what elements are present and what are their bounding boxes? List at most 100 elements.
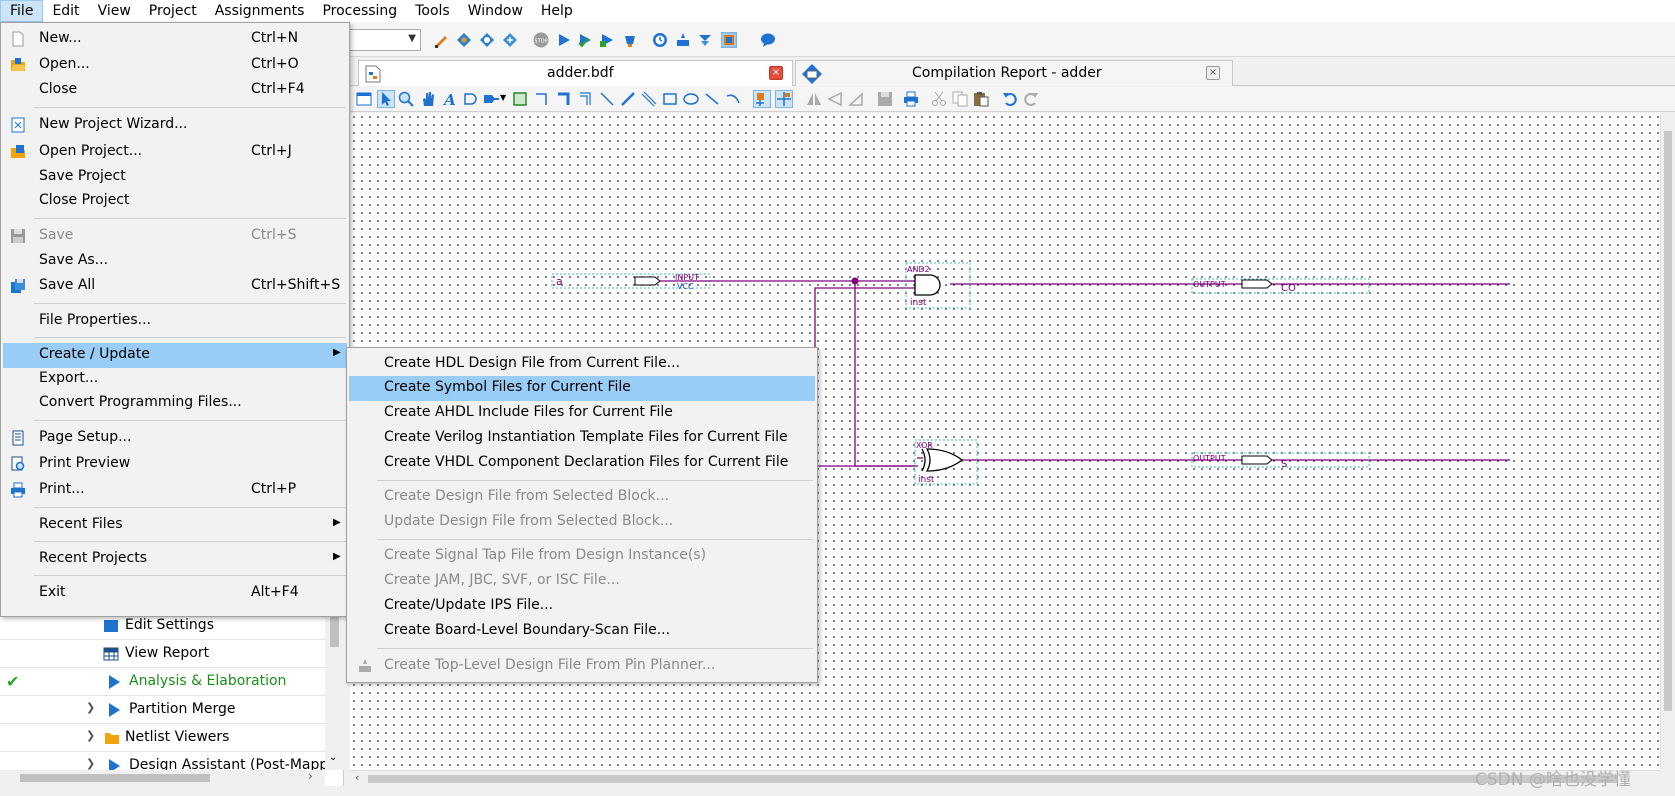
fitter-icon[interactable] <box>599 32 615 48</box>
diagonal-conduit-icon[interactable] <box>641 91 657 107</box>
analysis-synthesis-icon[interactable] <box>577 32 593 48</box>
pin-tool-icon[interactable] <box>483 91 499 107</box>
chevron-right-icon[interactable]: ❯ <box>86 757 95 770</box>
rubberbanding-icon[interactable] <box>753 90 771 108</box>
menu-item-new[interactable]: New... Ctrl+N <box>3 27 347 52</box>
programmer-icon[interactable] <box>721 32 737 48</box>
submenu-item-create-symbol-files[interactable]: Create Symbol Files for Current File <box>349 376 815 401</box>
flip-vertical-icon[interactable] <box>827 91 843 107</box>
project-combo[interactable]: ▼ <box>345 29 421 51</box>
diagonal-bus-icon[interactable] <box>620 91 636 107</box>
submenu-item-create-jam-file[interactable]: Create JAM, JBC, SVF, or ISC File... <box>349 569 815 594</box>
tasks-horizontal-scrollbar[interactable]: › <box>0 769 325 786</box>
block-tool-icon[interactable] <box>512 91 528 107</box>
scroll-thumb[interactable] <box>368 775 1618 783</box>
menu-tools[interactable]: Tools <box>406 0 459 22</box>
menu-assignments[interactable]: Assignments <box>206 0 314 22</box>
and2-gate[interactable]: AND2 inst <box>905 262 971 309</box>
menu-item-create-update[interactable]: Create / Update ▶ <box>3 343 347 368</box>
oval-tool-icon[interactable] <box>683 91 699 107</box>
start-compilation-icon[interactable] <box>556 32 572 48</box>
menu-item-new-project-wizard[interactable]: New Project Wizard... <box>3 113 347 138</box>
submenu-item-create-top-level-design-file[interactable]: Create Top-Level Design File From Pin Pl… <box>349 654 815 679</box>
stop-icon[interactable]: STOP <box>533 32 549 48</box>
menu-edit[interactable]: Edit <box>43 0 88 22</box>
orthogonal-node-icon[interactable] <box>534 91 550 107</box>
rectangle-tool-icon[interactable] <box>662 91 678 107</box>
menu-view[interactable]: View <box>89 0 140 22</box>
text-tool-icon[interactable]: A <box>442 91 458 107</box>
task-row-view-report[interactable]: View Report <box>0 640 325 668</box>
xor-gate[interactable]: XOR inst <box>914 439 978 485</box>
chip-planner-icon[interactable] <box>697 32 713 48</box>
menu-item-print-preview[interactable]: Print Preview <box>3 452 347 477</box>
scroll-thumb[interactable] <box>1664 131 1672 711</box>
submenu-item-create-verilog-template[interactable]: Create Verilog Instantiation Template Fi… <box>349 426 815 451</box>
zoom-tool-icon[interactable] <box>398 91 414 107</box>
submenu-item-create-hdl-design-file[interactable]: Create HDL Design File from Current File… <box>349 352 815 377</box>
assembler-icon[interactable] <box>622 32 638 48</box>
output-pin-co[interactable]: OUTPUT CO <box>1191 278 1370 294</box>
scroll-right-icon[interactable]: › <box>308 769 313 783</box>
menu-item-recent-files[interactable]: Recent Files ▶ <box>3 513 347 538</box>
pin-planner-icon[interactable] <box>675 32 691 48</box>
redo-icon[interactable] <box>1023 91 1039 107</box>
submenu-item-create-boundary-scan-file[interactable]: Create Board-Level Boundary-Scan File... <box>349 619 815 644</box>
menu-item-save[interactable]: Save Ctrl+S <box>3 224 347 249</box>
tab-compilation-report[interactable]: Compilation Report - adder × <box>795 60 1233 86</box>
tab-adder-bdf[interactable]: adder.bdf × <box>358 60 793 86</box>
settings-pencil-icon[interactable] <box>433 32 449 48</box>
canvas-vertical-scrollbar[interactable] <box>1660 113 1675 770</box>
detach-window-icon[interactable] <box>356 91 372 107</box>
save-disk-icon[interactable] <box>877 91 893 107</box>
chevron-right-icon[interactable]: ❯ <box>86 729 95 742</box>
submenu-item-create-ahdl-include-files[interactable]: Create AHDL Include Files for Current Fi… <box>349 401 815 426</box>
menu-item-save-all[interactable]: Save All Ctrl+Shift+S <box>3 274 347 299</box>
submenu-item-create-design-file-from-block[interactable]: Create Design File from Selected Block..… <box>349 485 815 510</box>
menu-item-save-as[interactable]: Save As... <box>3 249 347 274</box>
selection-tool-icon[interactable] <box>377 90 395 108</box>
submenu-item-create-update-ips-file[interactable]: Create/Update IPS File... <box>349 594 815 619</box>
analysis-icon[interactable] <box>479 32 495 48</box>
menu-item-convert-programming-files[interactable]: Convert Programming Files... <box>3 391 347 416</box>
menu-file[interactable]: File <box>0 0 44 22</box>
rtl-viewer-icon[interactable] <box>502 32 518 48</box>
undo-icon[interactable] <box>1002 91 1018 107</box>
rotate-icon[interactable] <box>848 91 864 107</box>
copy-icon[interactable] <box>952 91 968 107</box>
partial-line-selection-icon[interactable] <box>775 90 793 108</box>
print-icon[interactable] <box>903 91 919 107</box>
menu-item-open-project[interactable]: Open Project... Ctrl+J <box>3 140 347 165</box>
task-row-analysis-elaboration[interactable]: ✔ Analysis & Elaboration <box>0 668 325 696</box>
input-pin-a[interactable]: a INPUT VCC <box>551 273 711 291</box>
submenu-item-update-design-file-from-block[interactable]: Update Design File from Selected Block..… <box>349 510 815 535</box>
menu-item-close[interactable]: Close Ctrl+F4 <box>3 78 347 103</box>
menu-item-page-setup[interactable]: Page Setup... <box>3 426 347 451</box>
canvas-horizontal-scrollbar[interactable]: ‹ <box>350 770 1660 786</box>
scroll-left-icon[interactable]: ‹ <box>355 771 359 784</box>
task-row-partition-merge[interactable]: ❯ Partition Merge <box>0 696 325 724</box>
orthogonal-conduit-icon[interactable] <box>578 91 594 107</box>
hand-tool-icon[interactable] <box>420 91 436 107</box>
chat-bubble-icon[interactable] <box>760 32 776 48</box>
menu-processing[interactable]: Processing <box>313 0 406 22</box>
cut-icon[interactable] <box>931 91 947 107</box>
arc-tool-icon[interactable] <box>725 91 741 107</box>
timing-analyzer-icon[interactable] <box>652 32 668 48</box>
compile-diamond-icon[interactable] <box>456 32 472 48</box>
diagonal-node-icon[interactable] <box>599 91 615 107</box>
tasks-vertical-scrollbar[interactable]: ⌄ <box>325 612 344 770</box>
menu-item-print[interactable]: Print... Ctrl+P <box>3 478 347 503</box>
scroll-down-icon[interactable]: ⌄ <box>329 752 337 763</box>
submenu-item-create-vhdl-component[interactable]: Create VHDL Component Declaration Files … <box>349 451 815 476</box>
menu-item-export[interactable]: Export... <box>3 367 347 392</box>
chevron-down-icon[interactable]: ▼ <box>500 93 506 102</box>
output-pin-s[interactable]: OUTPUT S <box>1191 452 1370 470</box>
symbol-tool-icon[interactable] <box>462 91 478 107</box>
task-row-netlist-viewers[interactable]: ❯ Netlist Viewers <box>0 724 325 752</box>
scroll-thumb[interactable] <box>330 612 339 647</box>
menu-item-recent-projects[interactable]: Recent Projects ▶ <box>3 547 347 572</box>
flip-horizontal-icon[interactable] <box>806 91 822 107</box>
paste-icon[interactable] <box>973 91 989 107</box>
orthogonal-bus-icon[interactable] <box>556 91 572 107</box>
